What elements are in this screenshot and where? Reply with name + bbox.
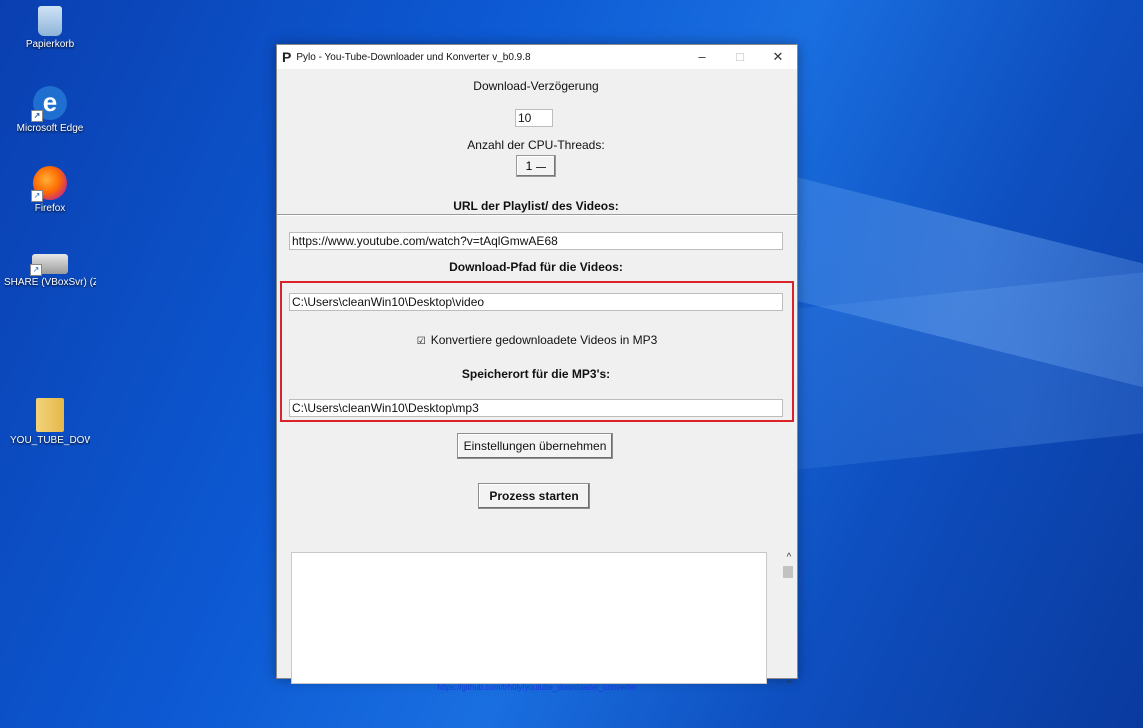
mp3-location-input[interactable]: [289, 399, 783, 417]
github-link[interactable]: https://github.com/trh0ly/youtube_downlo…: [277, 683, 797, 692]
desktop-icon-folder[interactable]: YOU_TUBE_DOW...: [10, 398, 90, 446]
download-path-label: Download-Pfad für die Videos:: [449, 260, 623, 274]
app-icon: P: [282, 49, 292, 65]
mp3-location-label: Speicherort für die MP3's:: [461, 367, 611, 381]
log-scrollbar[interactable]: ^ ⌄: [781, 552, 797, 686]
desktop-icon-firefox[interactable]: ↗ Firefox: [10, 166, 90, 214]
cpu-threads-spinner[interactable]: 1: [516, 155, 556, 177]
shortcut-arrow-icon: ↗: [31, 110, 43, 122]
desktop-icon-label: Microsoft Edge: [16, 123, 84, 134]
minimize-button[interactable]: –: [683, 45, 721, 69]
convert-mp3-checkbox-row[interactable]: ☑ Konvertiere gedownloadete Videos in MP3: [277, 333, 797, 347]
desktop-icon-label: SHARE (VBoxSvr) (Z:): [4, 277, 96, 288]
download-path-input[interactable]: [289, 293, 783, 311]
network-drive-icon: ↗: [30, 254, 68, 276]
edge-icon: e ↗: [31, 86, 67, 122]
checkmark-icon[interactable]: ☑: [417, 337, 426, 347]
recycle-bin-icon: [38, 6, 62, 36]
maximize-button[interactable]: □: [721, 45, 759, 69]
url-input[interactable]: [289, 232, 783, 250]
option-menu-indicator-icon: [536, 166, 547, 168]
app-window: P Pylo - You-Tube-Downloader und Konvert…: [276, 44, 798, 692]
scroll-up-icon[interactable]: ^: [781, 552, 797, 563]
shortcut-arrow-icon: ↗: [30, 264, 42, 276]
apply-settings-button[interactable]: Einstellungen übernehmen: [457, 433, 613, 459]
folder-icon: [36, 398, 64, 432]
scroll-thumb[interactable]: [783, 566, 793, 578]
shortcut-arrow-icon: ↗: [31, 190, 43, 202]
desktop-icon-label: Papierkorb: [25, 39, 75, 50]
desktop-icon-recycle-bin[interactable]: Papierkorb: [10, 6, 90, 50]
title-bar[interactable]: P Pylo - You-Tube-Downloader und Konvert…: [277, 45, 797, 69]
download-delay-input[interactable]: [515, 109, 553, 127]
start-process-button[interactable]: Prozess starten: [478, 483, 590, 509]
close-button[interactable]: ✕: [759, 45, 797, 69]
window-title: Pylo - You-Tube-Downloader und Konverter…: [296, 51, 531, 63]
separator: [277, 214, 797, 216]
log-output-area[interactable]: [291, 552, 767, 684]
desktop-icon-network-drive[interactable]: ↗ SHARE (VBoxSvr) (Z:): [4, 244, 96, 288]
url-label: URL der Playlist/ des Videos:: [453, 199, 619, 213]
desktop-icon-label: YOU_TUBE_DOW...: [10, 435, 90, 446]
download-delay-label: Download-Verzögerung: [473, 79, 599, 93]
convert-mp3-checkbox-label: Konvertiere gedownloadete Videos in MP3: [430, 333, 658, 347]
desktop-icon-label: Firefox: [34, 203, 66, 214]
firefox-icon: ↗: [31, 166, 67, 202]
desktop-icon-edge[interactable]: e ↗ Microsoft Edge: [10, 86, 90, 134]
cpu-threads-label: Anzahl der CPU-Threads:: [467, 138, 605, 152]
cpu-threads-value: 1: [525, 159, 533, 173]
